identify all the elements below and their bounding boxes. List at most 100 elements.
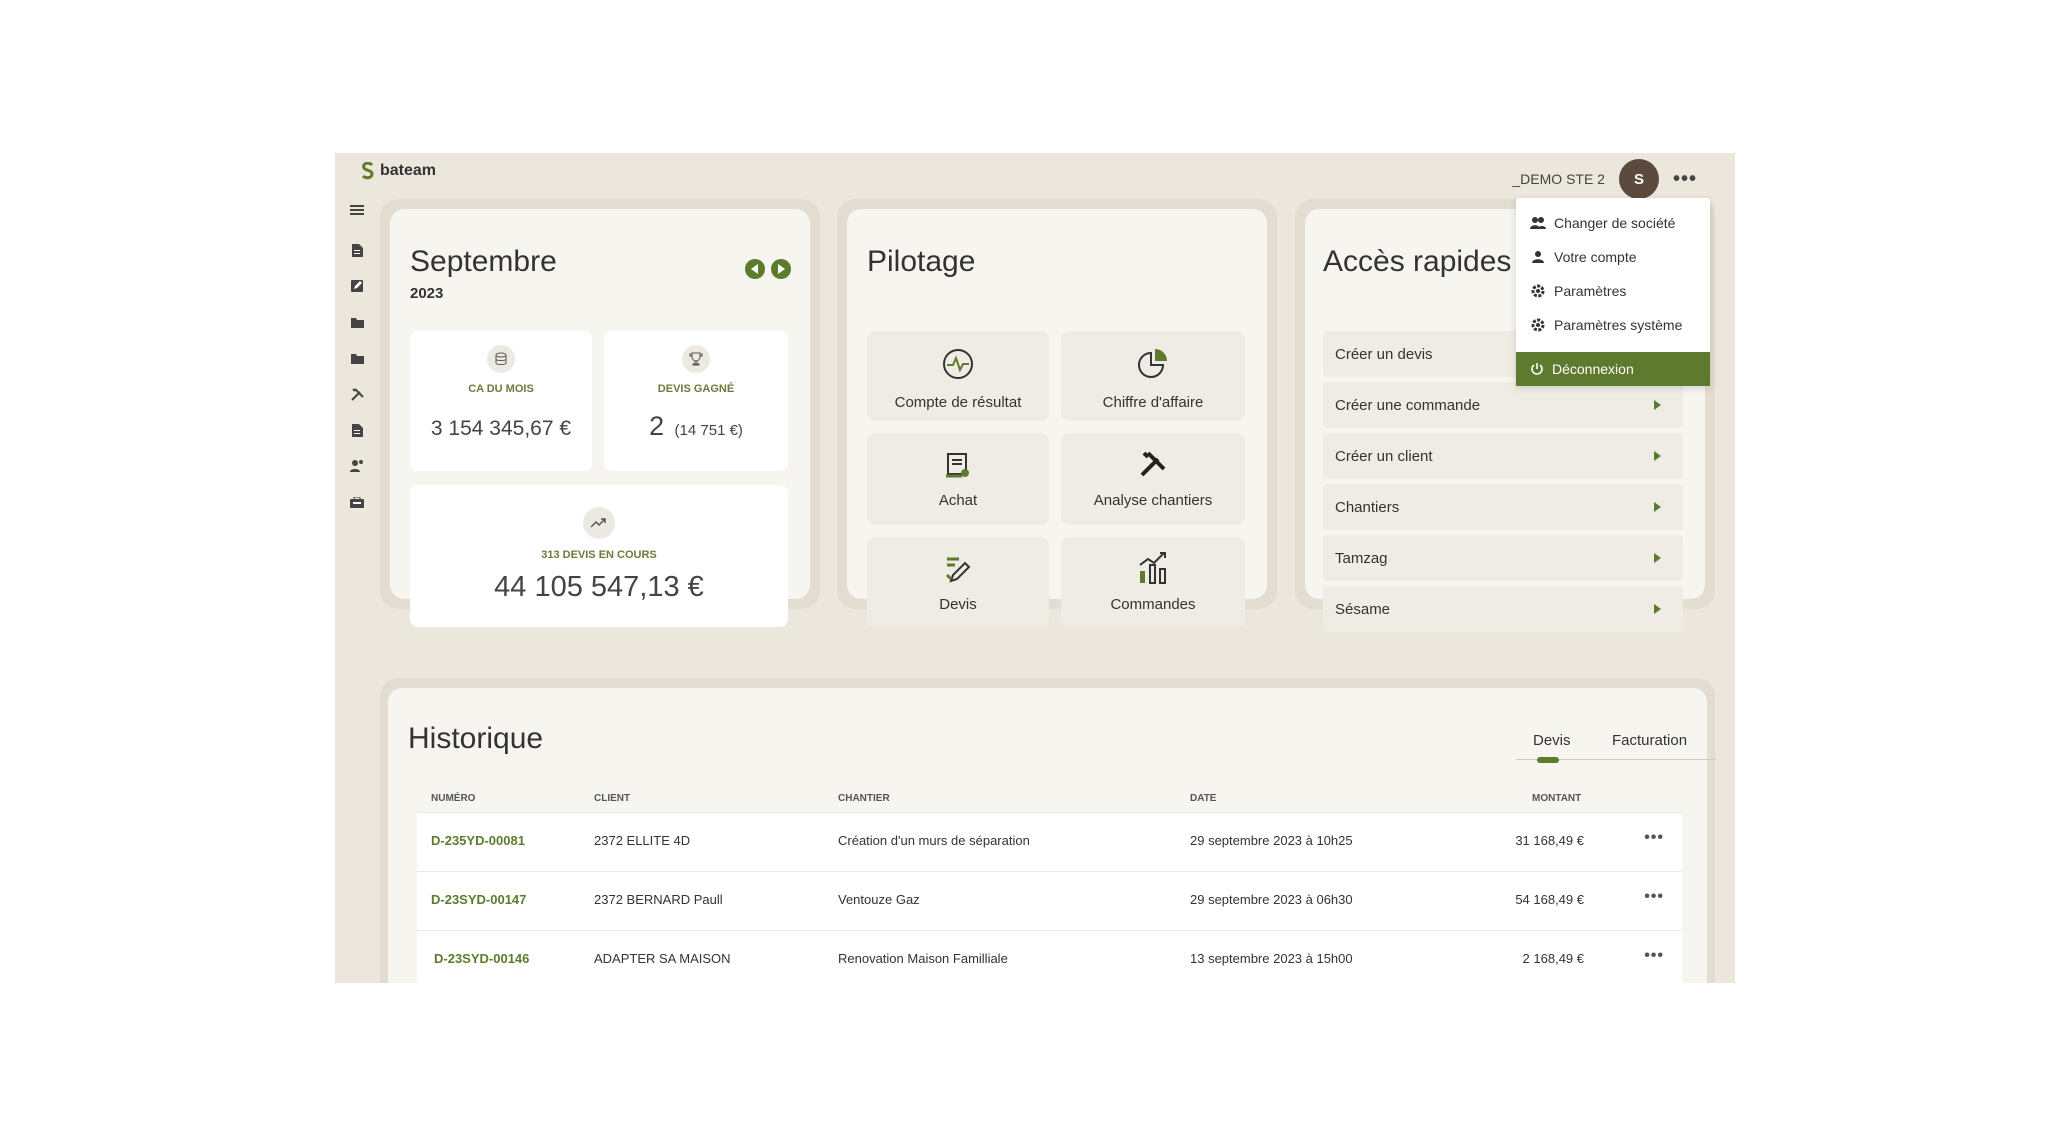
tools-icon [1140, 451, 1166, 477]
quick-item-label: Créer une commande [1335, 396, 1481, 414]
row-chantier: Renovation Maison Familliale [838, 951, 1008, 966]
menu-item-changer-societe[interactable]: Changer de société [1516, 206, 1710, 240]
tile-label: Devis [939, 596, 977, 613]
previous-month-button[interactable] [745, 259, 765, 279]
quick-item-creer-client[interactable]: Créer un client [1323, 433, 1683, 479]
menu-item-parametres[interactable]: Paramètres [1516, 274, 1710, 308]
quick-item-chantiers[interactable]: Chantiers [1323, 484, 1683, 530]
menu-item-label: Paramètres [1554, 283, 1627, 299]
tile-label: Analyse chantiers [1093, 492, 1213, 509]
tile-compte-de-resultat[interactable]: Compte de résultat [867, 331, 1049, 421]
tools-icon[interactable] [350, 387, 364, 401]
row-client: 2372 ELLITE 4D [594, 833, 691, 848]
month-nav [745, 259, 791, 279]
row-client: 2372 BERNARD Paull [594, 892, 723, 907]
month-panel-frame: Septembre 2023 CA DU MOIS 3 154 345,67 €… [380, 199, 820, 627]
ca-tile[interactable]: CA DU MOIS 3 154 345,67 € [410, 331, 592, 471]
account-dropdown-menu: Changer de société Votre compte Paramètr… [1516, 198, 1710, 386]
devis-gagne-amount: (14 751 €) [674, 422, 743, 439]
table-row[interactable]: D-23SYD-00147 2372 BERNARD Paull Ventouz… [417, 871, 1682, 930]
more-options-icon[interactable]: ••• [1673, 169, 1697, 189]
company-name: _DEMO STE 2 [1512, 171, 1605, 187]
devis-gagne-value: 2 (14 751 €) [604, 411, 788, 442]
toolbox-icon[interactable] [350, 495, 364, 509]
trophy-icon [682, 345, 710, 373]
pie-chart-icon [1138, 349, 1167, 378]
menu-item-label: Déconnexion [1552, 361, 1634, 377]
app-window: bateam _DEMO STE 2 S ••• Septembre 2023 [335, 153, 1735, 983]
month-title: Septembre [410, 245, 557, 278]
menu-item-label: Paramètres système [1554, 317, 1683, 333]
gear-icon [1531, 284, 1545, 298]
column-header-chantier[interactable]: CHANTIER [838, 793, 890, 804]
folder-icon[interactable] [350, 315, 364, 329]
tile-achat[interactable]: Achat [867, 433, 1049, 525]
tile-label: Achat [938, 492, 978, 509]
receipt-icon [946, 453, 969, 478]
quick-item-label: Sésame [1335, 600, 1391, 618]
tile-commandes[interactable]: Commandes [1061, 537, 1245, 627]
table-row[interactable]: D-235YD-00081 2372 ELLITE 4D Création d'… [417, 812, 1682, 871]
menu-icon[interactable] [350, 203, 364, 217]
arrow-right-icon [1654, 400, 1661, 410]
bar-chart-up-icon [1139, 552, 1166, 584]
trending-up-icon [583, 507, 615, 539]
tile-label: Compte de résultat [894, 394, 1022, 411]
menu-item-deconnexion[interactable]: Déconnexion [1516, 352, 1710, 386]
tile-analyse-chantiers[interactable]: Analyse chantiers [1061, 433, 1245, 525]
column-header-client[interactable]: CLIENT [594, 793, 630, 804]
document-icon[interactable] [350, 243, 364, 257]
row-actions-icon[interactable]: ••• [1644, 888, 1664, 906]
tab-facturation[interactable]: Facturation [1612, 732, 1687, 749]
row-numero[interactable]: D-235YD-00081 [431, 833, 525, 848]
avatar[interactable]: S [1618, 159, 1659, 199]
tile-chiffre-affaire[interactable]: Chiffre d'affaire [1061, 331, 1245, 421]
pilotage-panel-frame: Pilotage Compte de résultat Chiffre d'af… [837, 199, 1277, 627]
quick-item-creer-commande[interactable]: Créer une commande [1323, 382, 1683, 428]
menu-item-votre-compte[interactable]: Votre compte [1516, 240, 1710, 274]
menu-item-label: Changer de société [1554, 215, 1676, 231]
quick-item-label: Tamzag [1335, 549, 1388, 567]
pilotage-panel: Pilotage Compte de résultat Chiffre d'af… [847, 209, 1267, 627]
arrow-right-icon [1654, 553, 1661, 563]
arrow-right-icon [1654, 451, 1661, 461]
edit-document-icon[interactable] [350, 279, 364, 293]
row-montant: 54 168,49 € [1515, 892, 1584, 907]
column-header-numero[interactable]: NUMÉRO [431, 793, 475, 804]
row-date: 29 septembre 2023 à 10h25 [1190, 833, 1353, 848]
tile-devis[interactable]: Devis [867, 537, 1049, 627]
column-header-date[interactable]: DATE [1190, 793, 1216, 804]
gear-icon [1531, 318, 1545, 332]
brand-name: bateam [380, 162, 437, 179]
brand-logo[interactable]: bateam [360, 162, 436, 180]
row-actions-icon[interactable]: ••• [1644, 947, 1664, 965]
tab-devis[interactable]: Devis [1533, 732, 1571, 749]
document-icon[interactable] [350, 423, 364, 437]
menu-item-parametres-systeme[interactable]: Paramètres système [1516, 308, 1710, 342]
edit-pen-icon [945, 557, 971, 583]
devis-gagne-tile[interactable]: DEVIS GAGNÉ 2 (14 751 €) [604, 331, 788, 471]
row-montant: 31 168,49 € [1515, 833, 1584, 848]
ca-value: 3 154 345,67 € [430, 417, 572, 440]
quick-item-tamzag[interactable]: Tamzag [1323, 535, 1683, 581]
row-numero[interactable]: D-23SYD-00147 [431, 892, 526, 907]
quick-item-label: Créer un devis [1335, 345, 1433, 363]
arrow-right-icon [1654, 502, 1661, 512]
quick-item-sesame[interactable]: Sésame [1323, 586, 1683, 632]
row-chantier: Ventouze Gaz [838, 892, 920, 907]
devis-gagne-label: DEVIS GAGNÉ [657, 383, 735, 395]
folder-icon[interactable] [350, 351, 364, 365]
users-icon[interactable] [350, 459, 364, 473]
row-numero[interactable]: D-23SYD-00146 [434, 951, 529, 966]
quick-item-label: Chantiers [1335, 498, 1400, 516]
column-header-montant[interactable]: MONTANT [1532, 793, 1581, 804]
row-date: 29 septembre 2023 à 06h30 [1190, 892, 1353, 907]
encours-label: 313 DEVIS EN COURS [541, 549, 657, 561]
encours-tile[interactable]: 313 DEVIS EN COURS 44 105 547,13 € [410, 485, 788, 627]
next-month-button[interactable] [771, 259, 791, 279]
sidebar [348, 203, 366, 531]
account-area: _DEMO STE 2 S ••• [1512, 159, 1697, 199]
row-chantier: Création d'un murs de séparation [838, 833, 1030, 848]
table-row[interactable]: D-23SYD-00146 ADAPTER SA MAISON Renovati… [417, 930, 1682, 983]
row-actions-icon[interactable]: ••• [1644, 829, 1664, 847]
